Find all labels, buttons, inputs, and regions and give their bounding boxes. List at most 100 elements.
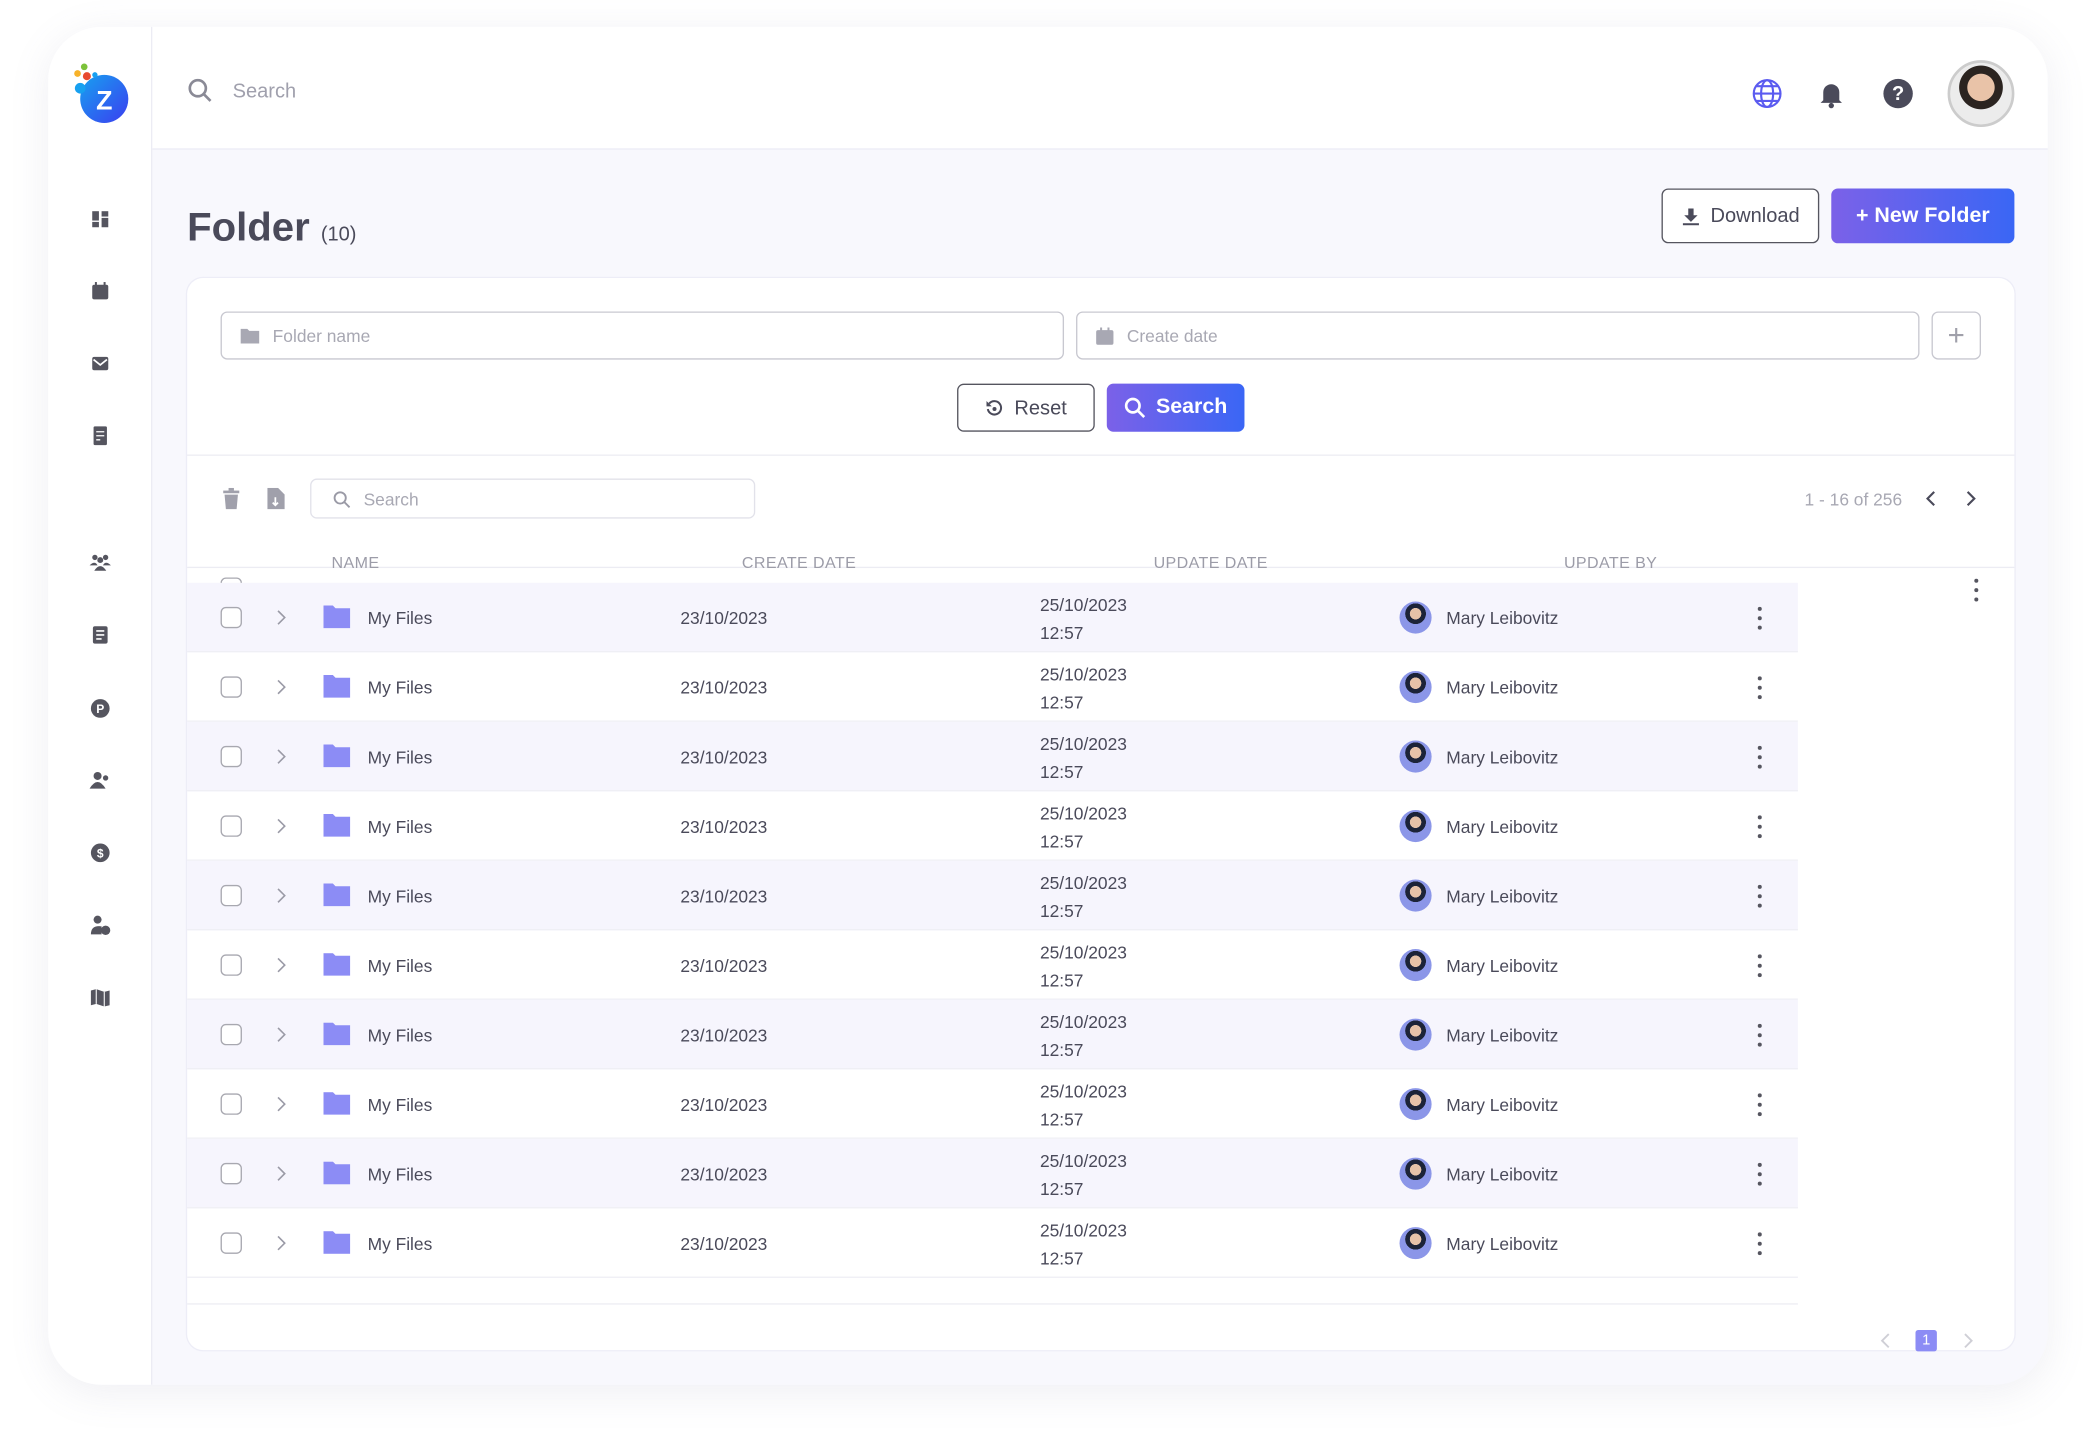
row-actions-kebab-icon[interactable] — [1756, 745, 1762, 769]
dashboard-icon[interactable] — [90, 209, 111, 230]
folder-name[interactable]: My Files — [368, 956, 433, 976]
update-time: 12:57 — [1039, 1039, 1084, 1061]
user-edit-icon[interactable] — [90, 914, 111, 936]
folder-name[interactable]: My Files — [368, 747, 433, 767]
expand-chevron-icon[interactable] — [275, 888, 286, 904]
map-icon[interactable] — [90, 986, 111, 1007]
table-row[interactable]: My Files 23/10/2023 25/10/2023 12:57 Mar… — [187, 1069, 1798, 1139]
page-1-button[interactable]: 1 — [1915, 1330, 1937, 1352]
new-folder-button[interactable]: + New Folder — [1831, 188, 2015, 244]
chevron-right-icon[interactable] — [1964, 489, 1977, 508]
row-checkbox[interactable] — [220, 676, 242, 698]
download-button[interactable]: Download — [1661, 188, 1820, 244]
folder-icon — [323, 675, 351, 698]
folder-name[interactable]: My Files — [368, 608, 433, 628]
row-checkbox[interactable] — [220, 1023, 242, 1046]
table-row[interactable]: My Files 23/10/2023 25/10/2023 12:57 Mar… — [187, 721, 1798, 792]
row-actions-kebab-icon[interactable] — [1756, 676, 1762, 700]
folder-name[interactable]: My Files — [368, 886, 433, 906]
expand-chevron-icon[interactable] — [275, 1235, 286, 1251]
folder-name[interactable]: My Files — [368, 1234, 433, 1254]
help-icon[interactable]: ? — [1882, 78, 1914, 110]
page-next-icon[interactable] — [1961, 1331, 1974, 1350]
document-icon[interactable] — [90, 624, 111, 645]
row-actions-kebab-icon[interactable] — [1756, 1232, 1762, 1256]
table-search-input[interactable]: Search — [310, 478, 756, 519]
folder-name[interactable]: My Files — [368, 1025, 433, 1045]
expand-chevron-icon[interactable] — [275, 1166, 286, 1182]
row-actions-kebab-icon[interactable] — [1756, 1023, 1762, 1047]
calendar-icon[interactable] — [90, 281, 111, 302]
update-date: 25/10/2023 — [1039, 803, 1127, 824]
expand-chevron-icon[interactable] — [275, 1096, 286, 1112]
app-logo[interactable]: Z — [72, 61, 131, 123]
trash-icon[interactable] — [222, 487, 241, 510]
global-search[interactable]: Search — [187, 78, 296, 105]
folder-name[interactable]: My Files — [368, 817, 433, 837]
table-row[interactable]: My Files 23/10/2023 25/10/2023 12:57 Mar… — [187, 860, 1798, 931]
column-header-update-by[interactable]: UPDATE BY — [1564, 553, 1657, 572]
folder-icon — [323, 1161, 351, 1185]
column-header-name[interactable]: NAME — [332, 553, 380, 572]
create-date-input[interactable]: Create date — [1076, 311, 1920, 360]
row-checkbox[interactable] — [220, 1093, 242, 1115]
reset-button[interactable]: Reset — [957, 383, 1095, 432]
row-actions-kebab-icon[interactable] — [1756, 1093, 1762, 1117]
user-avatar — [1399, 879, 1432, 912]
table-row[interactable]: My Files 23/10/2023 25/10/2023 12:57 Mar… — [187, 582, 1798, 653]
expand-chevron-icon[interactable] — [275, 679, 286, 695]
parking-icon[interactable]: P — [90, 698, 111, 719]
row-checkbox[interactable] — [220, 1162, 242, 1185]
globe-icon[interactable] — [1751, 78, 1783, 110]
row-actions-kebab-icon[interactable] — [1756, 954, 1762, 978]
expand-chevron-icon[interactable] — [275, 749, 286, 765]
folder-name[interactable]: My Files — [368, 1164, 433, 1184]
page-prev-icon[interactable] — [1879, 1331, 1892, 1350]
table-row[interactable]: My Files 23/10/2023 25/10/2023 12:57 Mar… — [187, 652, 1798, 722]
row-checkbox[interactable] — [220, 745, 242, 768]
search-input[interactable]: Search — [233, 80, 297, 103]
table-row[interactable]: My Files 23/10/2023 25/10/2023 12:57 Mar… — [187, 1208, 1798, 1278]
users-icon[interactable] — [89, 770, 111, 791]
add-filter-button[interactable]: + — [1931, 311, 1981, 360]
svg-text:P: P — [96, 702, 104, 716]
table-row[interactable]: My Files 23/10/2023 25/10/2023 12:57 Mar… — [187, 791, 1798, 861]
row-checkbox[interactable] — [220, 1232, 242, 1254]
user-avatar[interactable] — [1947, 60, 2015, 127]
search-button[interactable]: Search — [1106, 383, 1245, 432]
row-actions-kebab-icon[interactable] — [1756, 815, 1762, 839]
expand-chevron-icon[interactable] — [275, 957, 286, 973]
expand-chevron-icon[interactable] — [275, 610, 286, 626]
row-actions-kebab-icon[interactable] — [1756, 606, 1762, 630]
row-actions-kebab-icon[interactable] — [1756, 1162, 1762, 1186]
title-text: Folder — [187, 205, 310, 250]
expand-chevron-icon[interactable] — [275, 1027, 286, 1043]
table-row[interactable]: My Files 23/10/2023 25/10/2023 12:57 Mar… — [187, 999, 1798, 1070]
bell-icon[interactable] — [1815, 78, 1847, 110]
table-row[interactable]: My Files 23/10/2023 25/10/2023 12:57 Mar… — [187, 1138, 1798, 1209]
folder-name-input[interactable]: Folder name — [220, 311, 1065, 360]
table-row[interactable]: My Files 23/10/2023 25/10/2023 12:57 Mar… — [187, 930, 1798, 1000]
folder-name[interactable]: My Files — [368, 1095, 433, 1115]
team-icon[interactable] — [89, 551, 111, 572]
folder-name-placeholder: Folder name — [272, 325, 371, 346]
dollar-icon[interactable]: $ — [90, 842, 111, 863]
row-checkbox[interactable] — [220, 606, 242, 629]
column-header-create-date[interactable]: CREATE DATE — [742, 553, 856, 572]
row-checkbox[interactable] — [220, 954, 242, 976]
row-checkbox[interactable] — [220, 884, 242, 907]
export-file-icon[interactable] — [267, 487, 285, 510]
chevron-left-icon[interactable] — [1925, 489, 1938, 508]
row-actions-kebab-icon[interactable] — [1756, 884, 1762, 908]
column-header-update-date[interactable]: UPDATE DATE — [1154, 553, 1268, 572]
mail-icon[interactable] — [90, 353, 111, 374]
expand-chevron-icon[interactable] — [275, 818, 286, 834]
create-date-placeholder: Create date — [1126, 325, 1218, 346]
checklist-icon[interactable] — [90, 425, 111, 446]
column-settings-kebab-icon[interactable] — [1973, 578, 1978, 602]
row-checkbox[interactable] — [220, 815, 242, 837]
create-date: 23/10/2023 — [680, 816, 768, 837]
new-folder-label: + New Folder — [1855, 203, 1990, 227]
user-avatar — [1399, 949, 1432, 982]
folder-name[interactable]: My Files — [368, 678, 433, 698]
